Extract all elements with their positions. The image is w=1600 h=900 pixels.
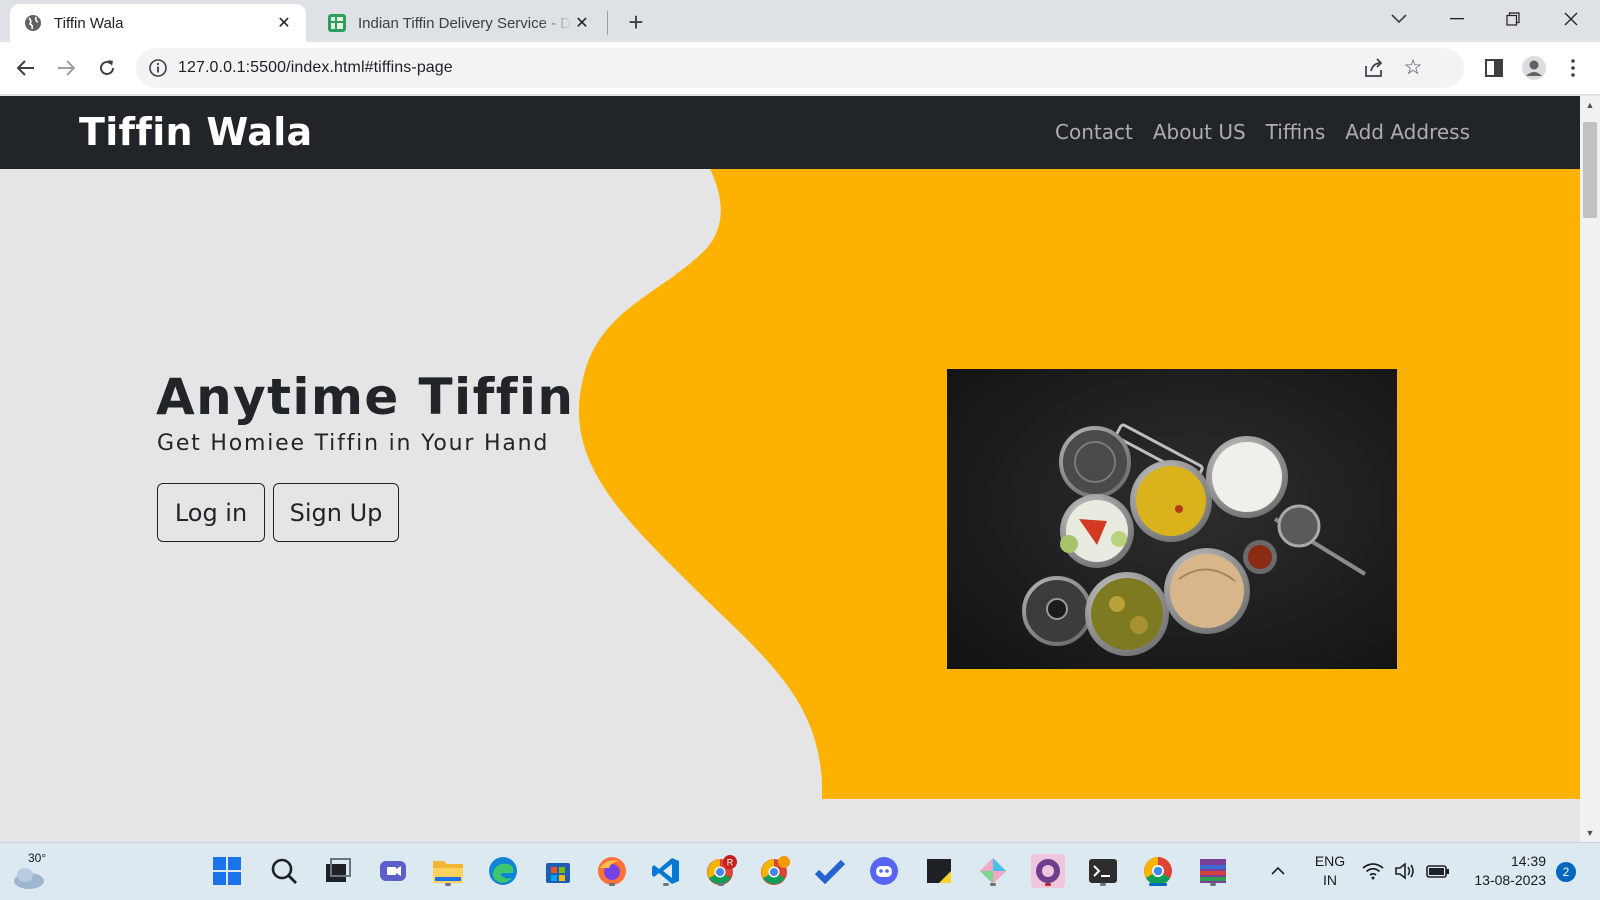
teams-chat-icon[interactable] (375, 853, 411, 889)
back-icon[interactable] (10, 52, 42, 84)
microsoft-store-icon[interactable] (540, 853, 576, 889)
site-nav: Contact About US Tiffins Add Address (1055, 120, 1470, 144)
svg-text:R: R (727, 858, 734, 868)
site-navbar: Tiffin Wala Contact About US Tiffins Add… (0, 96, 1580, 169)
forward-icon[interactable] (50, 52, 82, 84)
tab-search-icon[interactable] (1376, 4, 1422, 34)
clock[interactable]: 14:39 13-08-2023 (1462, 852, 1546, 890)
tab-tiffin-wala[interactable]: Tiffin Wala ✕ (10, 4, 306, 42)
tab-indian-tiffin[interactable]: Indian Tiffin Delivery Service - Da ✕ (314, 4, 604, 42)
address-bar[interactable]: 127.0.0.1:5500/index.html#tiffins-page ☆ (136, 48, 1464, 88)
browser-toolbar: 127.0.0.1:5500/index.html#tiffins-page ☆ (0, 42, 1600, 95)
hero-title: Anytime Tiffin (156, 368, 575, 426)
tray-chevron-up-icon[interactable] (1265, 853, 1291, 889)
nav-contact[interactable]: Contact (1055, 120, 1133, 144)
winrar-icon[interactable] (1195, 853, 1231, 889)
nav-about-us[interactable]: About US (1153, 120, 1246, 144)
windows-taskbar: 30° R ENG IN 14:39 13-08-2023 2 (0, 842, 1600, 900)
search-icon[interactable] (266, 853, 302, 889)
page-viewport: Tiffin Wala Contact About US Tiffins Add… (0, 96, 1580, 842)
browser-tabstrip: Tiffin Wala ✕ Indian Tiffin Delivery Ser… (0, 0, 1600, 42)
login-button[interactable]: Log in (157, 483, 265, 542)
input-language[interactable]: ENG IN (1310, 852, 1350, 890)
weather-widget[interactable]: 30° (12, 851, 56, 891)
task-view-icon[interactable] (320, 853, 356, 889)
weather-cloud-icon (14, 868, 44, 889)
todo-check-icon[interactable] (812, 853, 848, 889)
signup-button[interactable]: Sign Up (273, 483, 399, 542)
sticky-notes-icon[interactable] (921, 853, 957, 889)
reload-icon[interactable] (91, 52, 123, 84)
nav-tiffins[interactable]: Tiffins (1266, 120, 1326, 144)
site-brand[interactable]: Tiffin Wala (79, 110, 313, 154)
edge-browser-icon[interactable] (485, 853, 521, 889)
restore-icon[interactable] (1490, 4, 1536, 34)
close-tab-icon[interactable]: ✕ (274, 13, 294, 33)
tab-title: Tiffin Wala (54, 14, 124, 32)
firefox-icon[interactable] (594, 853, 630, 889)
profile-icon[interactable] (1518, 52, 1550, 84)
minimize-icon[interactable] (1434, 4, 1480, 34)
page-scrollbar[interactable]: ▲ ▼ (1580, 96, 1600, 842)
terminal-icon[interactable] (1085, 853, 1121, 889)
url-text: 127.0.0.1:5500/index.html#tiffins-page (178, 59, 453, 76)
notification-badge[interactable]: 2 (1556, 862, 1576, 882)
snipping-tool-icon[interactable] (975, 853, 1011, 889)
tab-title: Indian Tiffin Delivery Service - Da (358, 14, 572, 32)
close-window-icon[interactable] (1548, 4, 1594, 34)
menu-kebab-icon[interactable] (1557, 52, 1589, 84)
file-explorer-icon[interactable] (430, 853, 466, 889)
discord-icon[interactable] (866, 853, 902, 889)
nav-add-address[interactable]: Add Address (1345, 120, 1470, 144)
scrollbar-thumb[interactable] (1583, 122, 1597, 218)
site-info-icon[interactable] (148, 58, 168, 78)
chrome-profile-2-icon[interactable] (757, 853, 793, 889)
close-tab-icon[interactable]: ✕ (572, 13, 592, 33)
wifi-icon[interactable] (1360, 853, 1386, 889)
share-icon[interactable] (1362, 56, 1386, 80)
battery-icon[interactable] (1424, 853, 1452, 889)
bookmark-star-icon[interactable]: ☆ (1400, 54, 1426, 80)
chrome-profile-r-icon[interactable]: R (703, 853, 739, 889)
tiffin-food-image (947, 369, 1397, 669)
sheet-icon (328, 14, 346, 32)
volume-icon[interactable] (1392, 853, 1418, 889)
chrome-active-icon[interactable] (1140, 853, 1176, 889)
new-tab-icon[interactable]: + (622, 7, 650, 37)
scroll-down-icon[interactable]: ▼ (1585, 828, 1595, 838)
github-desktop-icon[interactable] (1030, 853, 1066, 889)
scroll-up-icon[interactable]: ▲ (1585, 100, 1595, 110)
hero-subtitle: Get Homiee Tiffin in Your Hand (157, 431, 550, 456)
tab-separator (607, 11, 608, 35)
globe-icon (24, 14, 42, 32)
vscode-icon[interactable] (648, 853, 684, 889)
side-panel-icon[interactable] (1478, 52, 1510, 84)
windows-start-icon[interactable] (209, 853, 245, 889)
weather-temperature: 30° (28, 851, 47, 865)
